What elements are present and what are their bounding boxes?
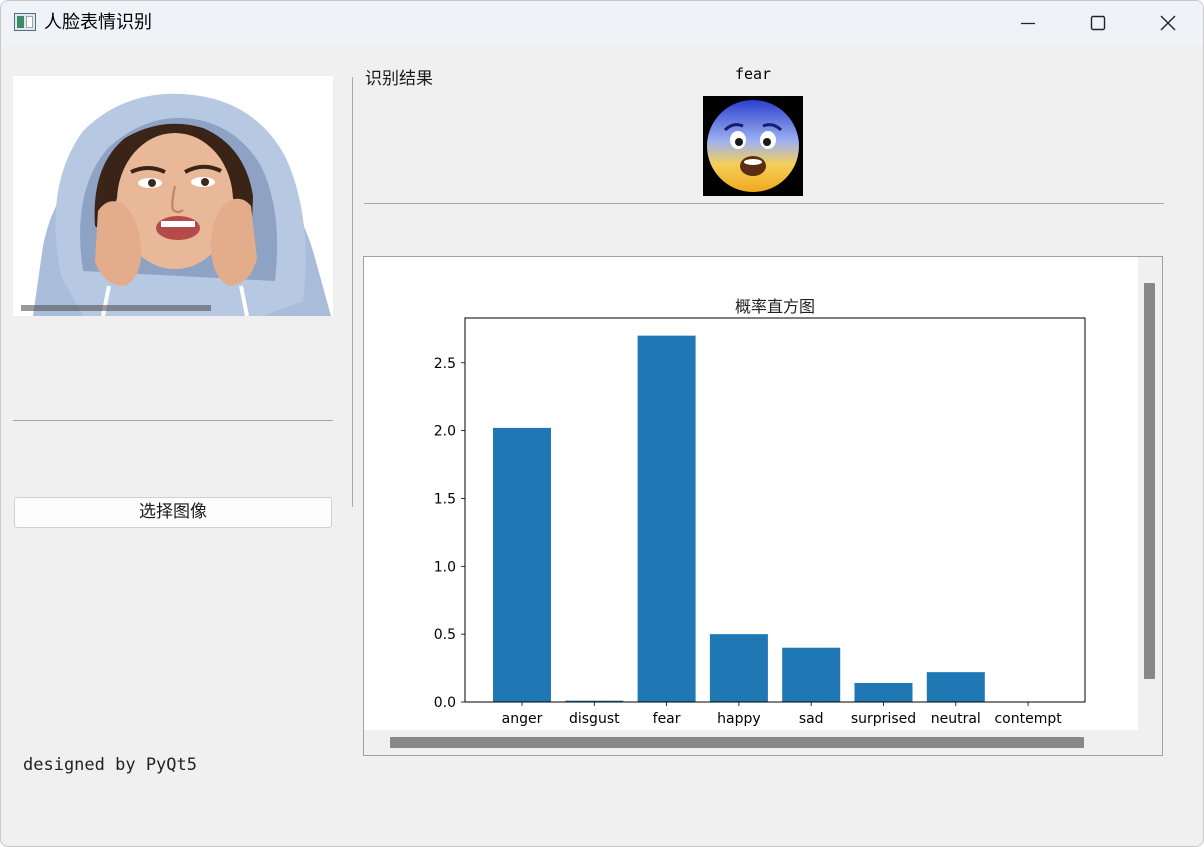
ytick-label-0.5: 0.5 xyxy=(434,627,456,643)
maximize-button[interactable] xyxy=(1063,1,1133,45)
fearful-face-icon xyxy=(707,100,799,192)
ytick-label-0.0: 0.0 xyxy=(434,695,456,711)
bar-anger xyxy=(493,427,551,702)
emoji-frame xyxy=(703,96,803,196)
vertical-scrollbar[interactable] xyxy=(1144,283,1155,679)
xtick-label-happy: happy xyxy=(717,711,761,727)
window-title: 人脸表情识别 xyxy=(44,12,152,33)
bar-sad xyxy=(782,647,841,702)
input-face-image xyxy=(13,76,333,316)
horizontal-scrollbar[interactable] xyxy=(390,737,1084,748)
main-window: 人脸表情识别 选择图像 designed by PyQt5 识别结果 fear … xyxy=(0,0,1204,847)
vertical-divider xyxy=(352,77,353,507)
result-section-label: 识别结果 xyxy=(365,69,433,89)
chart-scroll-area[interactable]: 概率直方图 anger disgust fear happy sad surprised ne… xyxy=(363,256,1163,756)
chart-canvas: 概率直方图 anger disgust fear happy sad surprised ne… xyxy=(364,257,1138,730)
app-icon xyxy=(14,13,36,31)
probability-histogram: 概率直方图 anger disgust fear happy sad surprised ne… xyxy=(434,297,1086,727)
xtick-label-surprised: surprised xyxy=(851,711,916,727)
footer-credit: designed by PyQt5 xyxy=(23,755,197,775)
plot-frame xyxy=(464,317,1086,703)
maximize-icon xyxy=(1090,15,1106,31)
ytick-label-1.5: 1.5 xyxy=(434,491,456,507)
xtick-label-disgust: disgust xyxy=(569,711,620,727)
bar-happy xyxy=(709,634,768,702)
left-divider xyxy=(13,420,333,421)
close-button[interactable] xyxy=(1133,1,1203,45)
title-bar[interactable]: 人脸表情识别 xyxy=(1,1,1203,45)
right-divider xyxy=(364,203,1164,204)
xtick-label-contempt: contempt xyxy=(994,711,1062,727)
select-image-button[interactable]: 选择图像 xyxy=(14,497,332,528)
bar-surprised xyxy=(854,683,913,702)
xtick-label-sad: sad xyxy=(799,711,824,727)
ytick-label-2.0: 2.0 xyxy=(434,424,456,440)
ytick-label-1.0: 1.0 xyxy=(434,559,456,575)
xtick-label-fear: fear xyxy=(653,711,681,727)
result-emotion-label: fear xyxy=(734,65,772,83)
bar-neutral xyxy=(926,672,985,702)
xtick-label-neutral: neutral xyxy=(931,711,981,727)
ytick-label-2.5: 2.5 xyxy=(434,356,456,372)
chart-title: 概率直方图 xyxy=(735,297,815,316)
xtick-label-anger: anger xyxy=(502,711,543,727)
close-icon xyxy=(1160,15,1176,31)
bar-fear xyxy=(637,335,696,702)
minimize-icon xyxy=(1021,22,1035,25)
minimize-button[interactable] xyxy=(993,1,1063,45)
